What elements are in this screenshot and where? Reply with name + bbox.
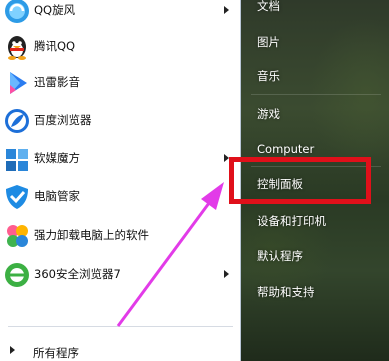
submenu-arrow-icon: [224, 270, 229, 278]
right-item-help-support[interactable]: 帮助和支持: [257, 284, 315, 300]
right-item-pictures[interactable]: 图片: [257, 34, 280, 50]
right-pane-divider: [251, 94, 381, 95]
right-item-default-programs[interactable]: 默认程序: [257, 248, 303, 264]
program-list-pane: QQ旋风 腾讯QQ 迅雷影音 百度浏览器 软媒魔方 电脑管家 强力卸载电脑上的软…: [0, 0, 241, 361]
right-item-devices-printers[interactable]: 设备和打印机: [257, 213, 326, 229]
program-item-360-browser[interactable]: 360安全浏览器7: [0, 260, 241, 294]
right-item-games[interactable]: 游戏: [257, 106, 280, 122]
highlight-box: [229, 157, 371, 204]
ruanmei-mofang-icon: [2, 144, 32, 174]
program-label: 百度浏览器: [34, 113, 92, 127]
program-label: 腾讯QQ: [34, 39, 76, 53]
qq-penguin-icon: [2, 32, 32, 62]
360-browser-icon: [2, 260, 32, 290]
program-item-tencent-qq[interactable]: 腾讯QQ: [0, 32, 241, 66]
program-item-qq-xuanfeng[interactable]: QQ旋风: [0, 0, 241, 30]
program-label: 迅雷影音: [34, 75, 80, 89]
program-item-pc-manager[interactable]: 电脑管家: [0, 182, 241, 216]
baidu-browser-icon: [2, 106, 32, 136]
program-label: 电脑管家: [34, 189, 80, 203]
expand-arrow-icon: [10, 346, 15, 354]
submenu-arrow-icon: [224, 6, 229, 14]
all-programs-label: 所有程序: [33, 346, 79, 360]
program-label: 360安全浏览器7: [34, 267, 121, 281]
qq-xuanfeng-icon: [2, 0, 32, 26]
right-item-documents[interactable]: 文档: [257, 0, 280, 14]
program-label: QQ旋风: [34, 3, 76, 17]
tencent-pc-manager-icon: [2, 182, 32, 212]
right-item-music[interactable]: 音乐: [257, 68, 280, 84]
uninstall-flower-icon: [2, 221, 32, 251]
program-item-ruanmei-mofang[interactable]: 软媒魔方: [0, 144, 241, 178]
right-item-computer[interactable]: Computer: [257, 142, 314, 156]
program-list-divider: [8, 326, 233, 327]
program-item-xunlei-player[interactable]: 迅雷影音: [0, 68, 241, 102]
xunlei-player-icon: [2, 68, 32, 98]
program-item-uninstall-tool[interactable]: 强力卸载电脑上的软件: [0, 221, 241, 255]
program-label: 软媒魔方: [34, 151, 80, 165]
program-label: 强力卸载电脑上的软件: [34, 228, 149, 242]
start-menu-screenshot: QQ旋风 腾讯QQ 迅雷影音 百度浏览器 软媒魔方 电脑管家 强力卸载电脑上的软…: [0, 0, 389, 361]
all-programs-button[interactable]: 所有程序: [0, 340, 241, 361]
program-item-baidu-browser[interactable]: 百度浏览器: [0, 106, 241, 140]
